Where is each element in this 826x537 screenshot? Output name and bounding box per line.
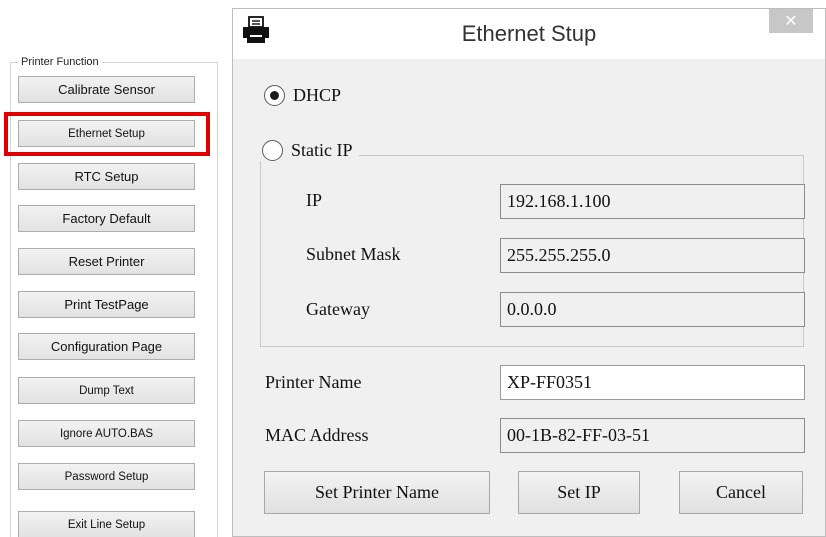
print-testpage-button[interactable]: Print TestPage (18, 291, 195, 318)
dhcp-label: DHCP (293, 85, 342, 105)
reset-printer-button[interactable]: Reset Printer (18, 248, 195, 275)
dump-text-button[interactable]: Dump Text (18, 377, 195, 404)
exit-line-setup-button[interactable]: Exit Line Setup (18, 511, 195, 537)
calibrate-sensor-button[interactable]: Calibrate Sensor (18, 76, 195, 103)
ip-label: IP (306, 190, 323, 210)
static-ip-radio-row[interactable]: Static IP (258, 140, 359, 161)
highlight-box (4, 112, 210, 156)
ethernet-setup-dialog: Ethernet Stup ✕ DHCP Static IP IP 192.16… (232, 8, 826, 537)
configuration-page-button[interactable]: Configuration Page (18, 333, 195, 360)
set-ip-button[interactable]: Set IP (518, 471, 640, 514)
printer-name-label: Printer Name (265, 372, 362, 392)
static-ip-radio[interactable] (262, 140, 283, 161)
ip-field[interactable]: 192.168.1.100 (500, 184, 805, 219)
dialog-titlebar: Ethernet Stup ✕ (233, 9, 825, 59)
subnet-mask-field[interactable]: 255.255.255.0 (500, 238, 805, 273)
static-ip-label: Static IP (291, 140, 353, 160)
rtc-setup-button[interactable]: RTC Setup (18, 163, 195, 190)
set-printer-name-button[interactable]: Set Printer Name (264, 471, 490, 514)
printer-name-field[interactable]: XP-FF0351 (500, 365, 805, 400)
ignore-auto-bas-button[interactable]: Ignore AUTO.BAS (18, 420, 195, 447)
cancel-button[interactable]: Cancel (679, 471, 803, 514)
gateway-field[interactable]: 0.0.0.0 (500, 292, 805, 327)
close-button[interactable]: ✕ (769, 9, 813, 33)
gateway-label: Gateway (306, 299, 370, 319)
subnet-mask-label: Subnet Mask (306, 244, 401, 264)
dialog-title: Ethernet Stup (461, 21, 597, 46)
dhcp-radio[interactable] (264, 85, 285, 106)
password-setup-button[interactable]: Password Setup (18, 463, 195, 490)
mac-address-label: MAC Address (265, 425, 369, 445)
factory-default-button[interactable]: Factory Default (18, 205, 195, 232)
printer-function-legend: Printer Function (18, 55, 102, 69)
close-icon: ✕ (784, 11, 798, 30)
dhcp-radio-row[interactable]: DHCP (264, 85, 341, 106)
mac-address-field: 00-1B-82-FF-03-51 (500, 418, 805, 453)
